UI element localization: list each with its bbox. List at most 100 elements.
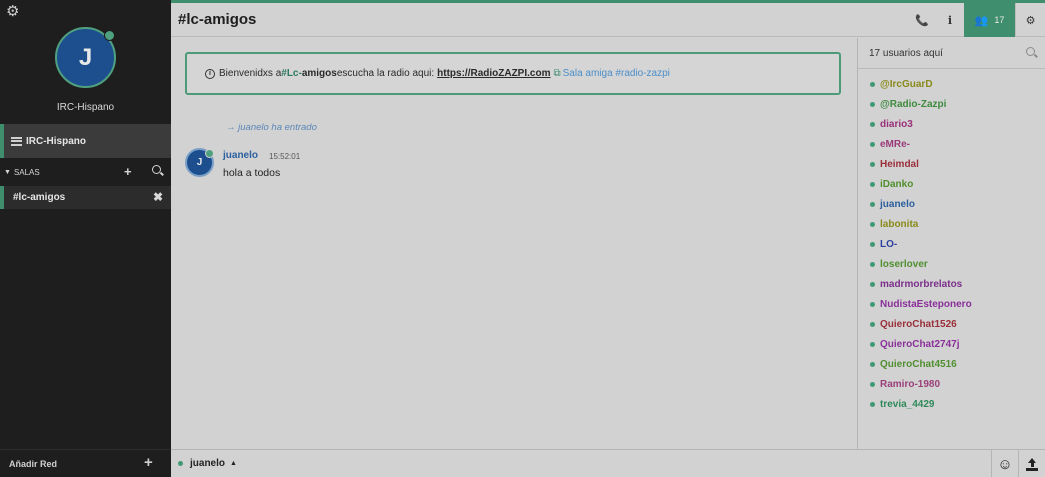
settings-gear-icon[interactable]: ⚙ (1015, 3, 1045, 37)
page-title: #lc-amigos (178, 11, 257, 28)
emoji-icon[interactable]: ☺ (991, 450, 1018, 477)
user-nick: madrmorbrelatos (880, 278, 963, 290)
user-nick: QuieroChat4516 (880, 358, 957, 370)
close-icon[interactable]: ✖ (153, 190, 163, 204)
user-nick: eMRe- (880, 138, 911, 150)
phone-icon[interactable]: 📞 (908, 3, 936, 37)
online-status-dot (870, 161, 875, 167)
add-channel-icon[interactable]: + (124, 164, 132, 179)
add-network-button[interactable]: Añadir Red + (0, 449, 171, 477)
upload-icon[interactable] (1018, 450, 1045, 477)
online-status-dot (178, 461, 183, 466)
join-suffix: ha entrado (271, 122, 317, 133)
topic-prefix: Bienvenidxs a (219, 68, 282, 79)
user-nick: iDanko (880, 178, 914, 190)
online-status-dot (870, 341, 875, 347)
user-list-item[interactable]: QuieroChat4516 (858, 354, 1045, 374)
channel-header: #lc-amigos 📞 i 👥 17 ⚙ (171, 3, 1045, 37)
user-nick: LO- (880, 238, 898, 250)
user-nick: @IrcGuarD (880, 78, 933, 90)
sidebar-item-channel[interactable]: #lc-amigos ✖ (0, 186, 171, 209)
user-nick: diario3 (880, 118, 913, 130)
info-circle-icon: i (205, 68, 215, 79)
online-status-dot (870, 261, 875, 267)
channels-section-label: SALAS (13, 167, 40, 177)
user-nick: loserlover (880, 258, 928, 270)
topic-channel-rest: amigos (301, 68, 337, 79)
online-status-dot (870, 401, 875, 407)
user-list-item[interactable]: labonita (858, 214, 1045, 234)
online-status-dot (870, 321, 875, 327)
user-list-item[interactable]: NudistaEsteponero (858, 294, 1045, 314)
info-icon[interactable]: i (936, 3, 964, 37)
sidebar-item-network[interactable]: IRC-Hispano (0, 124, 171, 158)
list-icon (11, 135, 22, 147)
user-nick: Heimdal (880, 158, 919, 170)
user-list-items: @IrcGuarD @Radio-Zazpi diario3 eMRe- Heimdal… (858, 69, 1045, 414)
online-status-dot (870, 101, 875, 107)
user-list: 17 usuarios aquí @IrcGuarD @Radio-Zazpi di… (857, 38, 1045, 449)
current-nick: juanelo (190, 458, 226, 469)
search-icon[interactable] (152, 165, 161, 176)
user-count: 17 (994, 15, 1005, 25)
online-status-dot (870, 141, 875, 147)
users-icon: 👥 (974, 14, 989, 27)
caret-up-icon: ▲ (230, 460, 237, 467)
network-name: IRC-Hispano (56, 102, 115, 113)
online-status-dot (870, 381, 875, 387)
search-icon[interactable] (1026, 47, 1035, 59)
avatar-initial: J (78, 43, 93, 71)
message-nick[interactable]: juanelo (223, 150, 258, 161)
topic-sala-link[interactable]: Sala amiga #radio-zazpi (563, 68, 670, 79)
caret-down-icon[interactable]: ▼ (4, 169, 11, 176)
topic-middle: escucha la radio aqui: (336, 68, 435, 79)
user-list-item[interactable]: iDanko (858, 174, 1045, 194)
user-list-item[interactable]: juanelo (858, 194, 1045, 214)
message-area: i Bienvenidxs a #Lc-amigos escucha la ra… (171, 38, 857, 449)
join-notice: → juanelo ha entrado (226, 122, 317, 133)
user-list-item[interactable]: @Radio-Zazpi (858, 94, 1045, 114)
sidebar-item-network-label: IRC-Hispano (26, 135, 86, 147)
gear-icon[interactable]: ⚙ (6, 4, 22, 20)
message-text: hola a todos (223, 167, 281, 179)
users-toggle-button[interactable]: 👥 17 (964, 3, 1015, 37)
online-status-dot (870, 181, 875, 187)
user-nick: labonita (880, 218, 919, 230)
user-list-item[interactable]: QuieroChat1526 (858, 314, 1045, 334)
online-status-dot (870, 281, 875, 287)
join-nick[interactable]: juanelo (238, 122, 269, 133)
online-status-dot (870, 361, 875, 367)
nick-selector[interactable]: juanelo ▲ (178, 458, 237, 469)
user-list-item[interactable]: trevia_4429 (858, 394, 1045, 414)
topic-link[interactable]: https://RadioZAZPI.com (437, 68, 550, 79)
online-status-dot (870, 81, 875, 87)
input-bar: juanelo ▲ ☺ (171, 449, 1045, 477)
user-list-item[interactable]: Ramiro-1980 (858, 374, 1045, 394)
message-time: 15:52:01 (269, 152, 301, 161)
user-nick: NudistaEsteponero (880, 298, 972, 310)
message-avatar-initial: J (196, 157, 203, 168)
sidebar: ⚙ J IRC-Hispano IRC-Hispano ▼ SALAS + #l… (0, 0, 171, 477)
user-list-item[interactable]: Heimdal (858, 154, 1045, 174)
online-status-dot (870, 241, 875, 247)
online-status-dot (104, 30, 115, 41)
channels-section-header: ▼ SALAS + (0, 162, 171, 182)
user-list-item[interactable]: eMRe- (858, 134, 1045, 154)
online-status-dot (870, 121, 875, 127)
user-list-item[interactable]: QuieroChat2747j (858, 334, 1045, 354)
user-list-item[interactable]: LO- (858, 234, 1045, 254)
user-list-item[interactable]: diario3 (858, 114, 1045, 134)
plus-icon[interactable]: + (144, 454, 153, 471)
message-avatar[interactable]: J (185, 148, 214, 177)
online-status-dot (870, 201, 875, 207)
user-list-item[interactable]: @IrcGuarD (858, 74, 1045, 94)
channel-topic: i Bienvenidxs a #Lc-amigos escucha la ra… (185, 52, 841, 95)
user-list-item[interactable]: loserlover (858, 254, 1045, 274)
user-nick: QuieroChat2747j (880, 338, 960, 350)
user-nick: @Radio-Zazpi (880, 98, 947, 110)
online-status-dot (870, 301, 875, 307)
topic-channel[interactable]: #Lc- (281, 68, 302, 79)
user-nick: juanelo (880, 198, 916, 210)
user-list-item[interactable]: madrmorbrelatos (858, 274, 1045, 294)
avatar[interactable]: J (55, 27, 116, 88)
